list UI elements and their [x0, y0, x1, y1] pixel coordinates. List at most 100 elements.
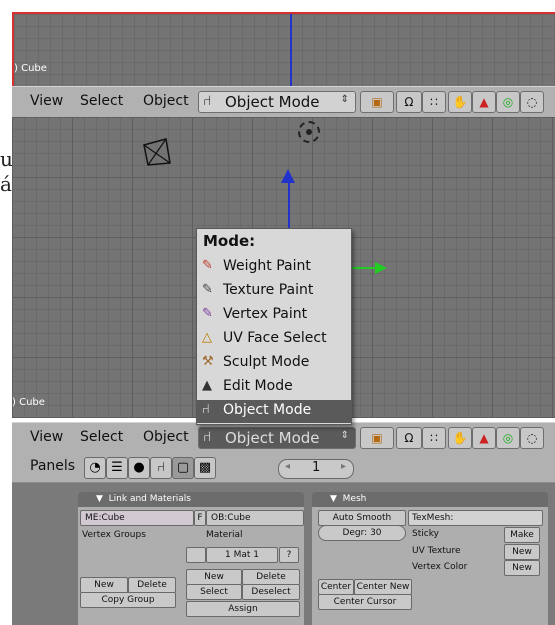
- layers-icon: ∷: [430, 95, 438, 109]
- object-axes-icon: ⑁: [157, 460, 165, 475]
- field-value: ME:Cube: [85, 513, 125, 523]
- delete-material-button[interactable]: Delete: [242, 569, 300, 585]
- menu-item-vertex-paint[interactable]: ✎ Vertex Paint: [197, 304, 351, 327]
- sphere-icon: ●: [133, 460, 145, 475]
- mode-select-label: Object Mode: [225, 93, 320, 111]
- texmesh-field[interactable]: TexMesh:: [408, 510, 543, 526]
- new-material-button[interactable]: New: [186, 569, 242, 585]
- object-menu[interactable]: Object: [143, 93, 189, 109]
- menu-item-texture-paint[interactable]: ✎ Texture Paint: [197, 280, 351, 303]
- center-new-button[interactable]: Center New: [354, 579, 412, 595]
- menu-item-object-mode[interactable]: ⑁ Object Mode: [197, 400, 351, 423]
- sculpt-mode-icon: ⚒: [202, 354, 214, 369]
- panel-header[interactable]: ▼ Mesh: [312, 492, 548, 507]
- center-button[interactable]: Center: [318, 579, 354, 595]
- fake-user-toggle[interactable]: F: [194, 510, 206, 526]
- material-index-field[interactable]: 1 Mat 1: [206, 547, 278, 563]
- object-datablock-field[interactable]: OB:Cube: [206, 510, 304, 526]
- shading-tab[interactable]: ●: [128, 457, 150, 479]
- uv-face-select-icon: △: [202, 330, 212, 345]
- layers-button[interactable]: ∷: [422, 427, 446, 449]
- object-menu[interactable]: Object: [143, 429, 189, 445]
- menu-item-uv-face-select[interactable]: △ UV Face Select: [197, 328, 351, 351]
- panel-title: Link and Materials: [108, 494, 191, 504]
- copy-group-button[interactable]: Copy Group: [80, 592, 176, 608]
- object-mode-icon: ⑁: [202, 402, 210, 417]
- auto-smooth-toggle[interactable]: Auto Smooth: [318, 510, 406, 526]
- hand-icon: ✋: [452, 431, 468, 445]
- menu-item-sculpt-mode[interactable]: ⚒ Sculpt Mode: [197, 352, 351, 375]
- view-menu[interactable]: View: [30, 429, 63, 445]
- pivot-button[interactable]: Ω: [396, 427, 422, 449]
- triangle-icon: ▲: [479, 431, 489, 445]
- scale-tool-button[interactable]: ◎: [496, 427, 520, 449]
- circle-icon: ◎: [502, 431, 514, 445]
- vertex-paint-icon: ✎: [202, 306, 213, 321]
- buttons-window: Panels ◔ ☰ ● ⑁ ▢ ▩ ◂ 1 ▸ ▼ Link and Mate…: [12, 452, 555, 625]
- assign-material-button[interactable]: Assign: [186, 601, 300, 617]
- rotate-tool-button[interactable]: ▲: [472, 91, 496, 113]
- select-material-button[interactable]: Select: [186, 584, 242, 600]
- buttons-header: Panels ◔ ☰ ● ⑁ ▢ ▩ ◂ 1 ▸: [12, 452, 555, 483]
- scene-tab[interactable]: ▩: [194, 457, 216, 479]
- increment-arrow-icon: ▸: [341, 461, 347, 472]
- sticky-make-button[interactable]: Make: [504, 527, 540, 543]
- logic-tab[interactable]: ◔: [84, 457, 106, 479]
- draw-type-button[interactable]: ▣: [360, 91, 394, 113]
- panel-header[interactable]: ▼ Link and Materials: [78, 492, 304, 507]
- delete-vgroup-button[interactable]: Delete: [128, 577, 176, 593]
- image-icon: ▩: [198, 460, 212, 475]
- pivot-icon: Ω: [404, 95, 414, 109]
- pivot-icon: Ω: [404, 431, 414, 445]
- frame-number-value: 1: [312, 460, 321, 475]
- draw-type-icon: ▣: [371, 95, 383, 109]
- triangle-icon: ▲: [479, 95, 489, 109]
- vertex-color-label: Vertex Color: [412, 562, 468, 572]
- z-axis-line: [290, 14, 292, 88]
- mode-select[interactable]: ⑁ Object Mode ⇕: [198, 427, 356, 449]
- script-tab[interactable]: ☰: [106, 457, 128, 479]
- link-materials-panel: ▼ Link and Materials ME:Cube F OB:Cube V…: [78, 492, 304, 625]
- editing-tab[interactable]: ▢: [172, 457, 194, 479]
- scale-tool-button[interactable]: ◎: [496, 91, 520, 113]
- cutoff-text-2: á: [0, 172, 12, 196]
- hand-icon: ✋: [452, 95, 468, 109]
- grab-tool-button[interactable]: ✋: [448, 427, 472, 449]
- object-tab[interactable]: ⑁: [150, 457, 172, 479]
- deselect-material-button[interactable]: Deselect: [242, 584, 300, 600]
- uv-texture-new-button[interactable]: New: [504, 544, 540, 560]
- camera-icon[interactable]: [140, 135, 174, 169]
- cutoff-text-1: u: [0, 147, 13, 171]
- y-axis-arrow: [375, 262, 387, 274]
- menu-item-weight-paint[interactable]: ✎ Weight Paint: [197, 256, 351, 279]
- mesh-datablock-field[interactable]: ME:Cube: [80, 510, 194, 526]
- pivot-button[interactable]: Ω: [396, 91, 422, 113]
- extra-tool-button[interactable]: ◌: [520, 427, 544, 449]
- select-menu[interactable]: Select: [80, 93, 123, 109]
- mode-select[interactable]: ⑁ Object Mode ⇕: [198, 91, 356, 113]
- panel-title: Mesh: [342, 494, 367, 504]
- center-cursor-button[interactable]: Center Cursor: [318, 594, 412, 610]
- mode-popup-menu: Mode: ✎ Weight Paint ✎ Texture Paint ✎ V…: [196, 228, 352, 425]
- menu-item-label: Object Mode: [223, 402, 312, 418]
- vertex-color-new-button[interactable]: New: [504, 560, 540, 576]
- view-menu[interactable]: View: [30, 93, 63, 109]
- layers-button[interactable]: ∷: [422, 91, 446, 113]
- rotate-tool-button[interactable]: ▲: [472, 427, 496, 449]
- color-swatch[interactable]: [186, 547, 206, 563]
- menu-item-label: Weight Paint: [223, 258, 311, 274]
- field-value: OB:Cube: [211, 513, 251, 523]
- menu-item-label: Edit Mode: [223, 378, 293, 394]
- draw-type-button[interactable]: ▣: [360, 427, 394, 449]
- extra-tool-button[interactable]: ◌: [520, 91, 544, 113]
- grab-tool-button[interactable]: ✋: [448, 91, 472, 113]
- degree-field[interactable]: Degr: 30: [318, 525, 406, 541]
- new-vgroup-button[interactable]: New: [80, 577, 128, 593]
- select-menu[interactable]: Select: [80, 429, 123, 445]
- object-mode-icon: ⑁: [203, 93, 212, 109]
- frame-number-field[interactable]: ◂ 1 ▸: [278, 459, 354, 479]
- menu-item-label: UV Face Select: [223, 330, 327, 346]
- menu-item-edit-mode[interactable]: ▲ Edit Mode: [197, 376, 351, 399]
- help-button[interactable]: ?: [279, 547, 299, 563]
- top-3d-viewport[interactable]: ) Cube: [12, 12, 555, 88]
